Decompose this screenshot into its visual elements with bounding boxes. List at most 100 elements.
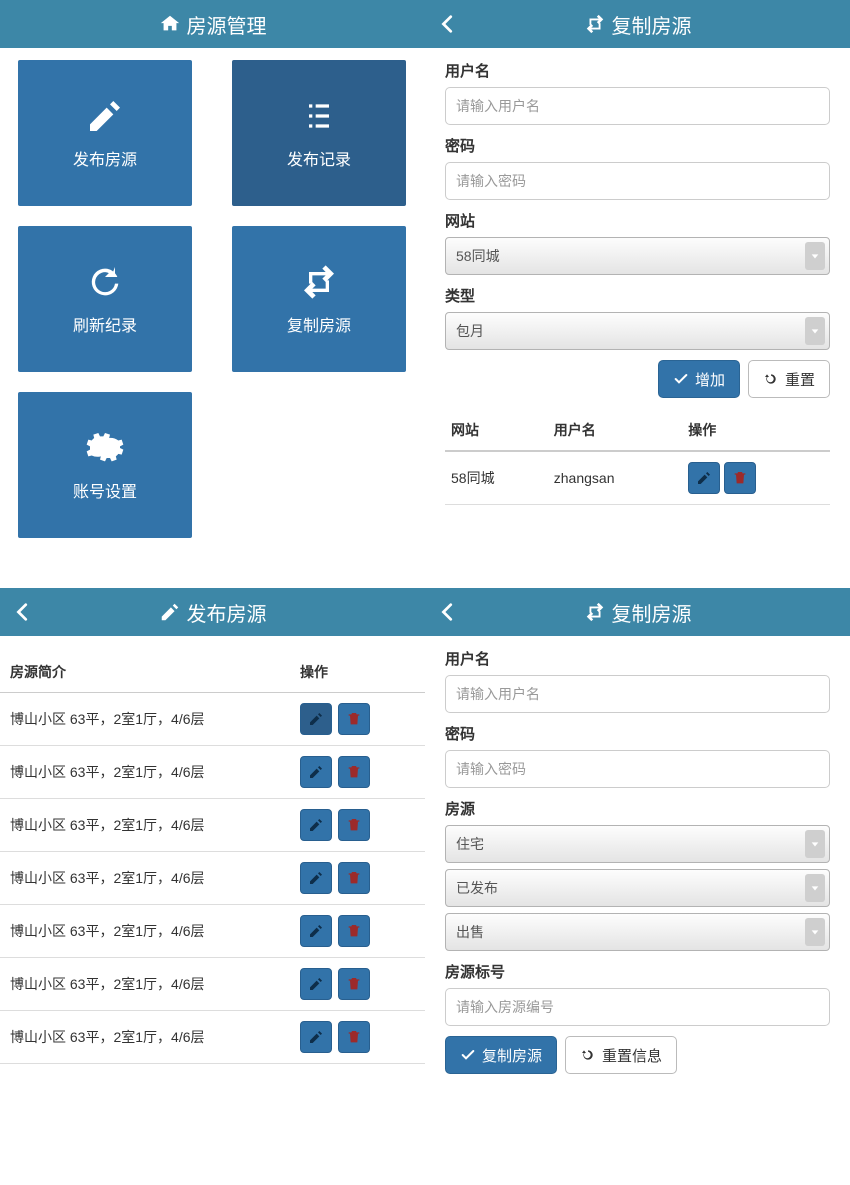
- table-row: 博山小区 63平，2室1厅，4/6层: [0, 852, 425, 905]
- trash-icon: [346, 817, 362, 833]
- cell-summary: 博山小区 63平，2室1厅，4/6层: [0, 852, 290, 905]
- refresh-icon: [85, 262, 125, 302]
- delete-button[interactable]: [338, 703, 370, 735]
- site-label: 网站: [445, 210, 830, 231]
- panel-copy-accounts: 复制房源 用户名 密码 网站 58同城: [425, 0, 850, 550]
- pencil-icon: [696, 470, 712, 486]
- code-label: 房源标号: [445, 961, 830, 982]
- tile-refresh[interactable]: 刷新纪录: [18, 226, 192, 372]
- cell-summary: 博山小区 63平，2室1厅，4/6层: [0, 746, 290, 799]
- type-label: 类型: [445, 285, 830, 306]
- pencil-icon: [308, 1029, 324, 1045]
- titlebar-menu: 房源管理: [0, 0, 425, 48]
- back-button[interactable]: [437, 588, 459, 636]
- tile-pencil[interactable]: 发布房源: [18, 60, 192, 206]
- username-input[interactable]: [445, 87, 830, 125]
- password-input[interactable]: [445, 162, 830, 200]
- edit-button[interactable]: [300, 703, 332, 735]
- listing-status-select[interactable]: 已发布: [445, 869, 830, 907]
- pencil-icon: [308, 870, 324, 886]
- listing-type-select[interactable]: 住宅: [445, 825, 830, 863]
- edit-button[interactable]: [300, 862, 332, 894]
- page-title: 复制房源: [612, 598, 692, 627]
- cell-summary: 博山小区 63平，2室1厅，4/6层: [0, 905, 290, 958]
- delete-button[interactable]: [724, 462, 756, 494]
- pencil-icon: [159, 601, 181, 623]
- reset-icon: [763, 371, 779, 387]
- col-ops: 操作: [290, 652, 425, 693]
- reset-icon: [580, 1047, 596, 1063]
- table-row: 博山小区 63平，2室1厅，4/6层: [0, 1011, 425, 1064]
- add-button[interactable]: 增加: [658, 360, 740, 398]
- col-summary: 房源简介: [0, 652, 290, 693]
- pencil-icon: [308, 711, 324, 727]
- panel-copy-listing: 复制房源 用户名 密码 房源 住宅: [425, 588, 850, 1104]
- username-input[interactable]: [445, 675, 830, 713]
- retweet-icon: [584, 601, 606, 623]
- delete-button[interactable]: [338, 1021, 370, 1053]
- table-row: 博山小区 63平，2室1厅，4/6层: [0, 905, 425, 958]
- tile-label: 发布房源: [73, 146, 137, 170]
- tile-gear[interactable]: 账号设置: [18, 392, 192, 538]
- edit-button[interactable]: [688, 462, 720, 494]
- edit-button[interactable]: [300, 809, 332, 841]
- edit-button[interactable]: [300, 915, 332, 947]
- panel-publish-list: 发布房源 房源简介 操作 博山小区 63平，2室1厅，4/6层博山小区 63平，…: [0, 588, 425, 1104]
- username-label: 用户名: [445, 648, 830, 669]
- trash-icon: [346, 711, 362, 727]
- delete-button[interactable]: [338, 915, 370, 947]
- back-button[interactable]: [12, 588, 34, 636]
- trash-icon: [346, 870, 362, 886]
- trash-icon: [346, 976, 362, 992]
- code-input[interactable]: [445, 988, 830, 1026]
- pencil-icon: [308, 976, 324, 992]
- password-input[interactable]: [445, 750, 830, 788]
- home-icon: [159, 13, 181, 35]
- delete-button[interactable]: [338, 862, 370, 894]
- edit-button[interactable]: [300, 1021, 332, 1053]
- cell-summary: 博山小区 63平，2室1厅，4/6层: [0, 799, 290, 852]
- check-icon: [673, 371, 689, 387]
- reset-button[interactable]: 重置: [748, 360, 830, 398]
- tile-retweet[interactable]: 复制房源: [232, 226, 406, 372]
- cell-site: 58同城: [445, 451, 548, 505]
- accounts-table: 网站 用户名 操作 58同城zhangsan: [445, 410, 830, 505]
- tile-label: 复制房源: [287, 312, 351, 336]
- edit-button[interactable]: [300, 756, 332, 788]
- table-row: 58同城zhangsan: [445, 451, 830, 505]
- trash-icon: [732, 470, 748, 486]
- listing-label: 房源: [445, 798, 830, 819]
- delete-button[interactable]: [338, 968, 370, 1000]
- chevron-down-icon: [805, 242, 825, 270]
- back-button[interactable]: [437, 0, 459, 48]
- col-site: 网站: [445, 410, 548, 451]
- gear-icon: [85, 428, 125, 468]
- retweet-icon: [584, 13, 606, 35]
- copy-button[interactable]: 复制房源: [445, 1036, 557, 1074]
- chevron-down-icon: [805, 317, 825, 345]
- pencil-icon: [308, 764, 324, 780]
- type-select[interactable]: 包月: [445, 312, 830, 350]
- chevron-down-icon: [805, 918, 825, 946]
- site-select[interactable]: 58同城: [445, 237, 830, 275]
- trash-icon: [346, 923, 362, 939]
- tile-label: 账号设置: [73, 478, 137, 502]
- delete-button[interactable]: [338, 756, 370, 788]
- edit-button[interactable]: [300, 968, 332, 1000]
- table-row: 博山小区 63平，2室1厅，4/6层: [0, 799, 425, 852]
- tile-label: 发布记录: [287, 146, 351, 170]
- delete-button[interactable]: [338, 809, 370, 841]
- listing-deal-select[interactable]: 出售: [445, 913, 830, 951]
- reset-info-button[interactable]: 重置信息: [565, 1036, 677, 1074]
- cell-summary: 博山小区 63平，2室1厅，4/6层: [0, 693, 290, 746]
- pencil-icon: [308, 923, 324, 939]
- col-user: 用户名: [548, 410, 682, 451]
- tile-list[interactable]: 发布记录: [232, 60, 406, 206]
- page-title: 房源管理: [187, 10, 267, 39]
- cell-summary: 博山小区 63平，2室1厅，4/6层: [0, 958, 290, 1011]
- trash-icon: [346, 1029, 362, 1045]
- type-value: 包月: [456, 321, 484, 341]
- tile-label: 刷新纪录: [73, 312, 137, 336]
- pencil-icon: [85, 96, 125, 136]
- col-ops: 操作: [682, 410, 830, 451]
